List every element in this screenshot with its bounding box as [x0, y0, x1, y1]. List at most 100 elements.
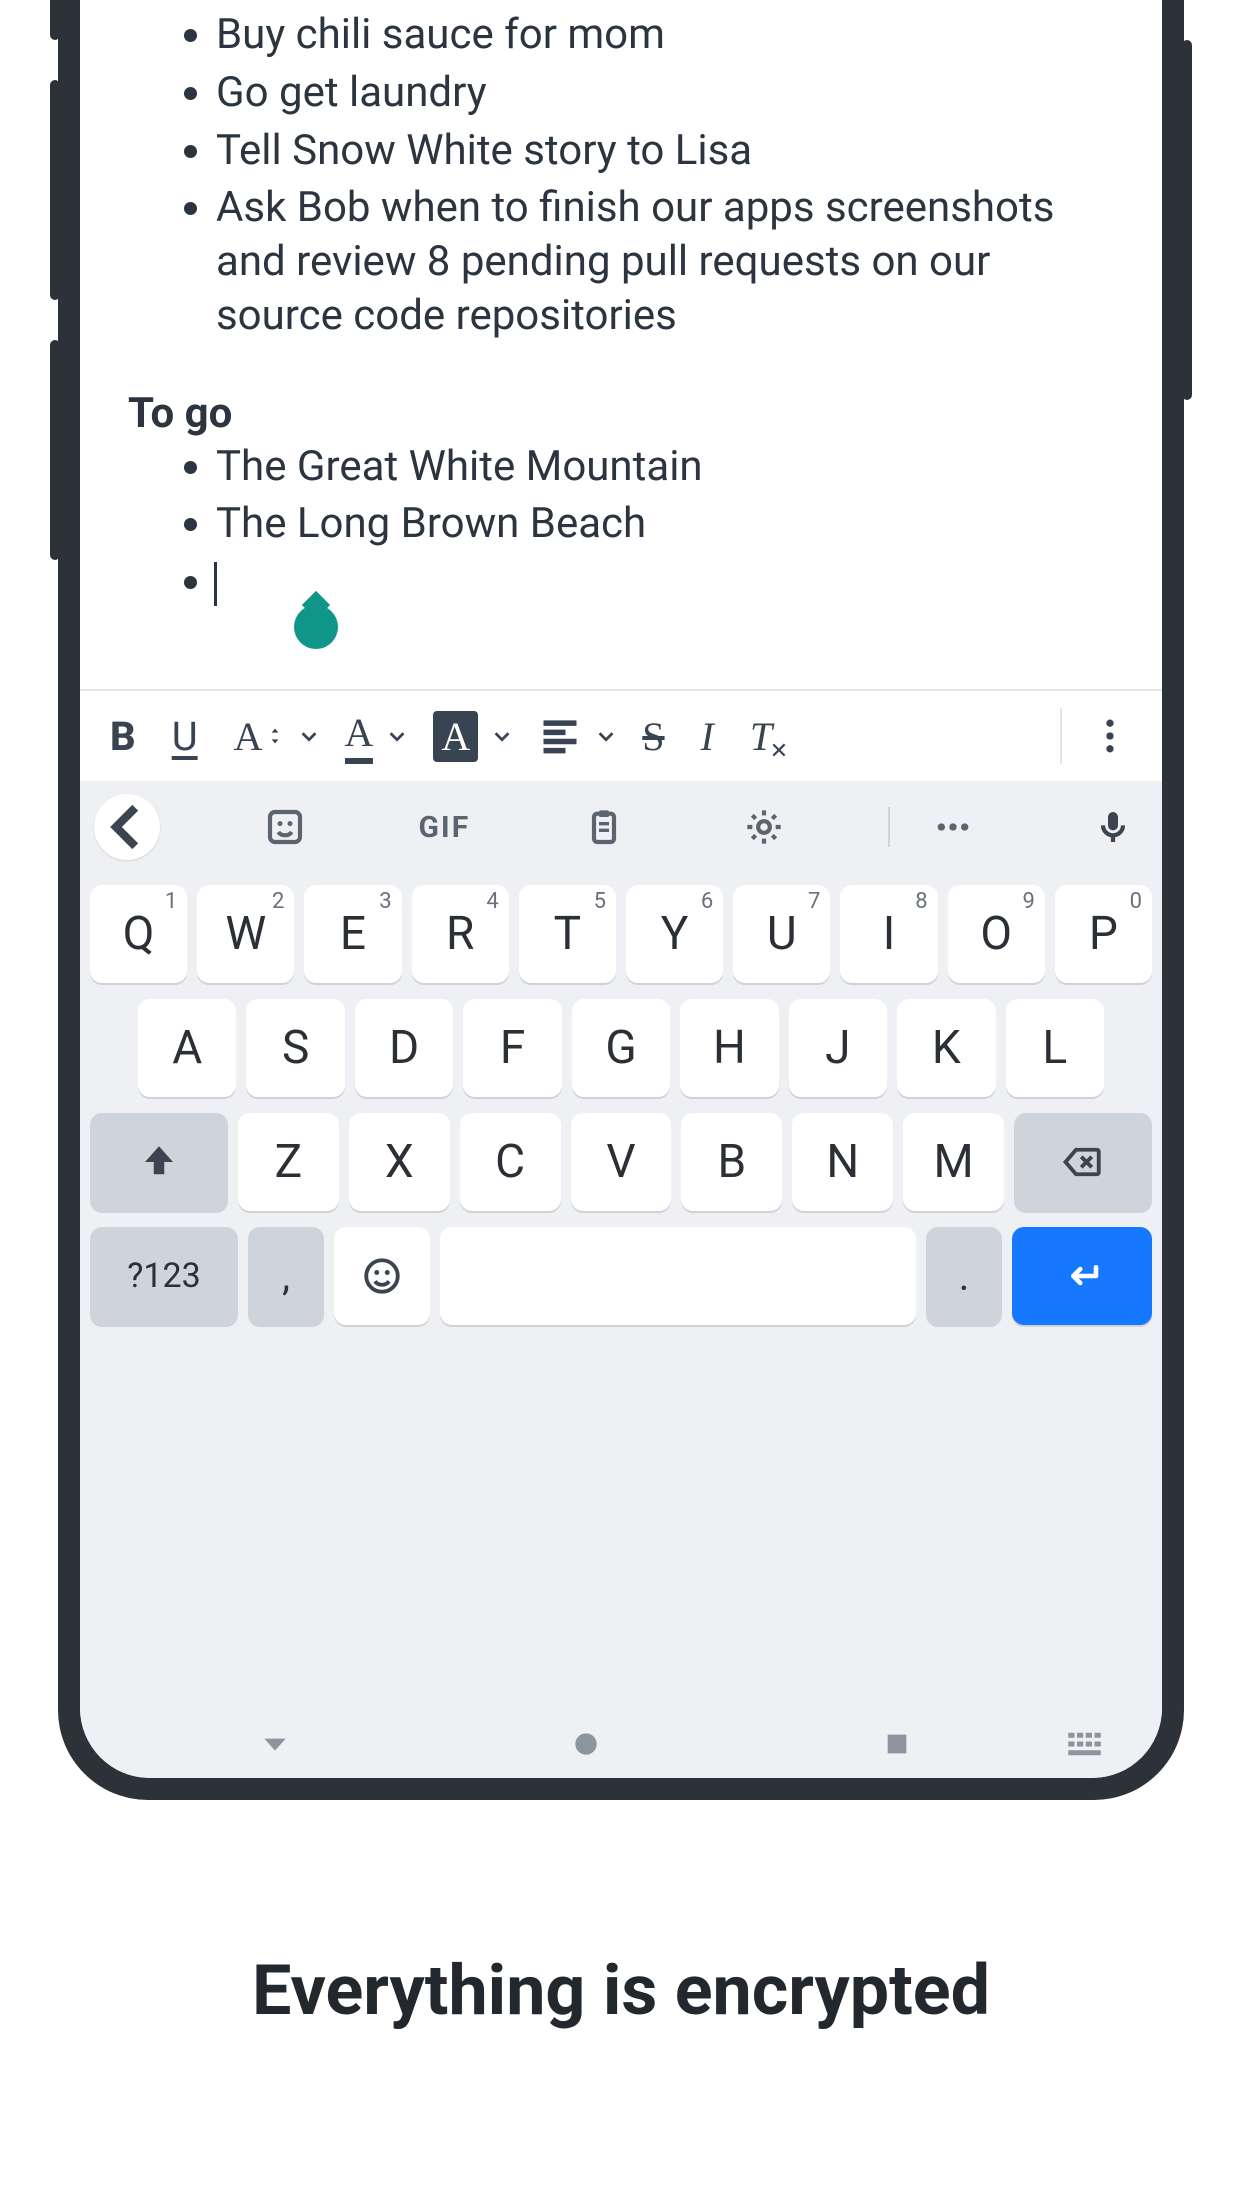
key-period[interactable]: .	[926, 1227, 1002, 1325]
key-j[interactable]: J	[789, 999, 887, 1097]
keyboard: Q1 W2 E3 R4 T5 Y6 U7 I8 O9 P0 A S D F G …	[80, 873, 1162, 1710]
cursor-handle[interactable]	[294, 605, 338, 649]
key-t[interactable]: T5	[519, 885, 616, 983]
key-m[interactable]: M	[903, 1113, 1004, 1211]
bold-button[interactable]: B	[92, 700, 154, 772]
key-backspace[interactable]	[1014, 1113, 1152, 1211]
todo-list[interactable]: Buy chili sauce for mom Go get laundry T…	[128, 6, 1114, 345]
nav-back-button[interactable]	[120, 1728, 431, 1760]
system-nav-bar	[80, 1710, 1162, 1778]
chevron-down-icon[interactable]	[379, 725, 415, 747]
keyboard-row-2: A S D F G H J K L	[90, 999, 1152, 1097]
voice-input-button[interactable]	[1078, 807, 1148, 847]
key-comma[interactable]: ,	[248, 1227, 324, 1325]
highlight-label: A	[433, 711, 478, 762]
highlight-color-button[interactable]: A	[415, 700, 484, 772]
keyboard-row-1: Q1 W2 E3 R4 T5 Y6 U7 I8 O9 P0	[90, 885, 1152, 983]
underline-button[interactable]: U	[154, 700, 216, 772]
text-color-label: A	[345, 709, 374, 764]
key-space[interactable]	[440, 1227, 916, 1325]
key-k[interactable]: K	[897, 999, 995, 1097]
sticker-button[interactable]	[250, 807, 320, 847]
key-o[interactable]: O9	[948, 885, 1045, 983]
key-enter[interactable]	[1012, 1227, 1152, 1325]
emoji-icon	[361, 1255, 403, 1297]
chevron-down-icon[interactable]	[484, 725, 520, 747]
nav-recents-button[interactable]	[741, 1728, 1052, 1760]
key-emoji[interactable]	[334, 1227, 430, 1325]
key-g[interactable]: G	[572, 999, 670, 1097]
clipboard-button[interactable]	[569, 807, 639, 847]
updown-arrows-icon	[265, 719, 285, 753]
list-item[interactable]: The Great White Mountain	[216, 438, 1114, 496]
suggestion-divider	[888, 807, 890, 847]
italic-button[interactable]: I	[683, 700, 732, 772]
align-left-icon	[538, 714, 582, 758]
key-d[interactable]: D	[355, 999, 453, 1097]
toolbar-divider	[1060, 708, 1062, 764]
key-symbols[interactable]: ?123	[90, 1227, 238, 1325]
keyboard-row-3: Z X C V B N M	[90, 1113, 1152, 1211]
key-v[interactable]: V	[571, 1113, 672, 1211]
align-button[interactable]	[520, 700, 588, 772]
chevron-down-icon[interactable]	[291, 725, 327, 747]
list-item[interactable]: Go get laundry	[216, 64, 1114, 122]
gif-button[interactable]: GIF	[409, 810, 479, 845]
nav-keyboard-switch-button[interactable]	[1052, 1731, 1122, 1757]
list-item[interactable]: Buy chili sauce for mom	[216, 6, 1114, 64]
key-f[interactable]: F	[463, 999, 561, 1097]
gif-label: GIF	[418, 810, 470, 845]
keyboard-icon	[1067, 1731, 1107, 1757]
keyboard-collapse-button[interactable]	[94, 794, 160, 860]
keyboard-row-4: ?123 , .	[90, 1227, 1152, 1325]
clear-formatting-button[interactable]: T✕	[732, 700, 790, 772]
togo-list[interactable]: The Great White Mountain The Long Brown …	[128, 438, 1114, 611]
key-u[interactable]: U7	[733, 885, 830, 983]
list-item[interactable]: Tell Snow White story to Lisa	[216, 122, 1114, 180]
keyboard-suggestion-row: GIF	[80, 781, 1162, 873]
chevron-left-icon	[94, 794, 160, 860]
section-heading-togo[interactable]: To go	[128, 389, 1114, 438]
key-l[interactable]: L	[1006, 999, 1104, 1097]
shift-icon	[138, 1141, 180, 1183]
strikethrough-button[interactable]: S	[624, 700, 682, 772]
text-color-button[interactable]: A	[327, 700, 380, 772]
font-size-button[interactable]: A	[216, 700, 291, 772]
settings-button[interactable]	[729, 807, 799, 847]
key-p[interactable]: P0	[1055, 885, 1152, 983]
key-b[interactable]: B	[681, 1113, 782, 1211]
more-vertical-icon	[1088, 714, 1132, 758]
key-c[interactable]: C	[460, 1113, 561, 1211]
triangle-down-icon	[259, 1728, 291, 1760]
more-suggestions-button[interactable]	[918, 807, 988, 847]
list-item-cursor[interactable]	[216, 553, 1114, 611]
note-editor[interactable]: Developer program ~$150 per year Music s…	[80, 0, 1162, 611]
key-q[interactable]: Q1	[90, 885, 187, 983]
more-horizontal-icon	[933, 807, 973, 847]
more-options-button[interactable]	[1070, 700, 1150, 772]
key-a[interactable]: A	[138, 999, 236, 1097]
key-n[interactable]: N	[792, 1113, 893, 1211]
sticker-icon	[265, 807, 305, 847]
key-w[interactable]: W2	[197, 885, 294, 983]
key-h[interactable]: H	[680, 999, 778, 1097]
nav-home-button[interactable]	[431, 1728, 742, 1760]
gear-icon	[744, 807, 784, 847]
key-z[interactable]: Z	[238, 1113, 339, 1211]
key-shift[interactable]	[90, 1113, 228, 1211]
phone-frame: Developer program ~$150 per year Music s…	[58, 0, 1184, 1800]
key-s[interactable]: S	[246, 999, 344, 1097]
key-i[interactable]: I8	[840, 885, 937, 983]
backspace-icon	[1062, 1141, 1104, 1183]
key-y[interactable]: Y6	[626, 885, 723, 983]
key-e[interactable]: E3	[304, 885, 401, 983]
phone-screen: Developer program ~$150 per year Music s…	[80, 0, 1162, 1778]
key-x[interactable]: X	[349, 1113, 450, 1211]
list-item[interactable]: Ask Bob when to finish our apps screensh…	[216, 179, 1114, 344]
promo-tagline: Everything is encrypted	[0, 1950, 1242, 2032]
key-r[interactable]: R4	[412, 885, 509, 983]
list-item[interactable]: The Long Brown Beach	[216, 495, 1114, 553]
microphone-icon	[1093, 807, 1133, 847]
circle-icon	[570, 1728, 602, 1760]
chevron-down-icon[interactable]	[588, 725, 624, 747]
